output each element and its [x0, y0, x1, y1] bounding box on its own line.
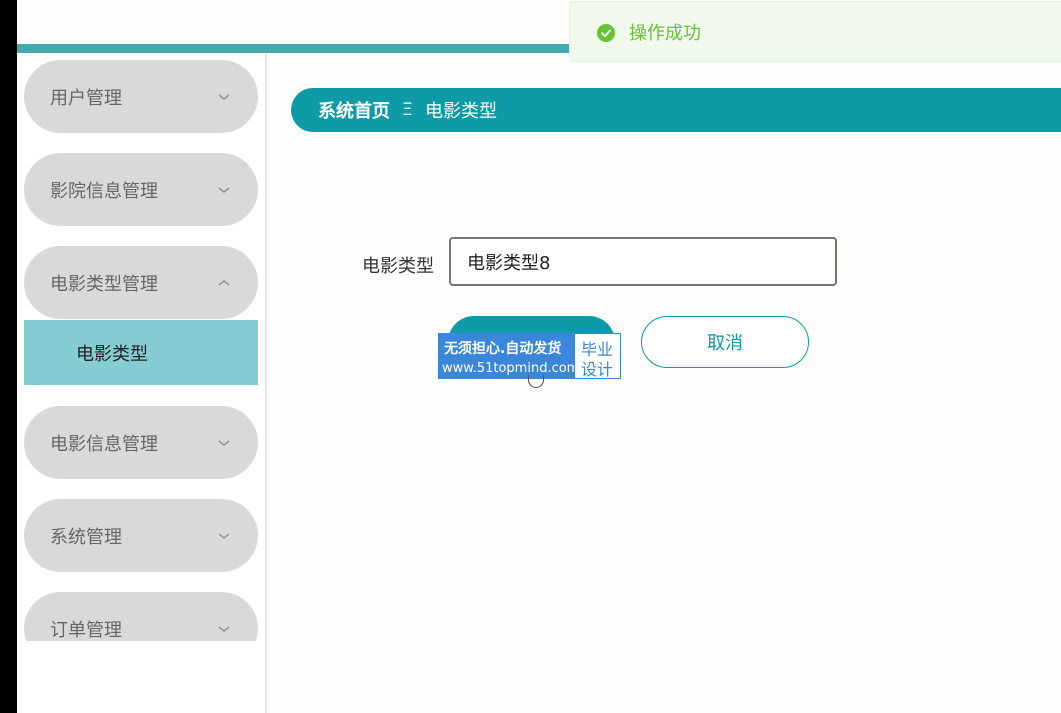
sidebar-item-label: 电影类型管理 [50, 273, 158, 295]
sidebar-item-label: 用户管理 [50, 87, 122, 109]
chevron-down-icon [218, 439, 230, 446]
cursor-icon [528, 375, 544, 388]
breadcrumb-separator: Ξ [402, 100, 413, 120]
toast-message: 操作成功 [629, 22, 701, 44]
chevron-down-icon [218, 532, 230, 539]
sidebar-bottom-fill [17, 641, 265, 713]
watermark-banner: 无须担心.自动发货 www.51topmind.com 毕业 设计 [438, 333, 621, 379]
sidebar-item-movie-info-management[interactable]: 电影信息管理 [24, 406, 258, 479]
sidebar-subitem-movie-type[interactable]: 电影类型 [24, 320, 258, 385]
watermark-right: 毕业 设计 [574, 333, 621, 379]
sidebar-item-label: 订单管理 [50, 619, 122, 641]
breadcrumb: 系统首页 Ξ 电影类型 [291, 88, 1061, 132]
movie-type-label: 电影类型 [362, 256, 434, 277]
sidebar-subitem-label: 电影类型 [76, 343, 148, 365]
movie-type-input[interactable] [449, 237, 837, 286]
chevron-down-icon [218, 186, 230, 193]
sidebar-item-label: 系统管理 [50, 526, 122, 548]
window-left-edge [0, 0, 17, 713]
check-circle-icon [597, 24, 615, 42]
sidebar-item-user-management[interactable]: 用户管理 [24, 60, 258, 133]
cancel-button[interactable]: 取消 [641, 316, 809, 368]
watermark-line2: www.51topmind.com [442, 361, 580, 376]
watermark-left: 无须担心.自动发货 www.51topmind.com [438, 333, 579, 379]
chevron-down-icon [218, 625, 230, 632]
chevron-up-icon [218, 279, 230, 286]
breadcrumb-current: 电影类型 [425, 101, 497, 122]
success-toast: 操作成功 [569, 1, 1061, 62]
sidebar-item-movie-type-management[interactable]: 电影类型管理 [24, 246, 258, 319]
sidebar-item-system-management[interactable]: 系统管理 [24, 499, 258, 572]
sidebar-item-cinema-management[interactable]: 影院信息管理 [24, 153, 258, 226]
watermark-line1: 无须担心.自动发货 [444, 341, 562, 357]
chevron-down-icon [218, 93, 230, 100]
sidebar: 用户管理 影院信息管理 电影类型管理 电影类型 电影信息管理 系统管理 订单管理 [17, 53, 267, 713]
sidebar-item-label: 电影信息管理 [50, 433, 158, 455]
sidebar-item-label: 影院信息管理 [50, 180, 158, 202]
breadcrumb-home-link[interactable]: 系统首页 [318, 97, 390, 123]
watermark-tag2: 设计 [581, 360, 614, 379]
